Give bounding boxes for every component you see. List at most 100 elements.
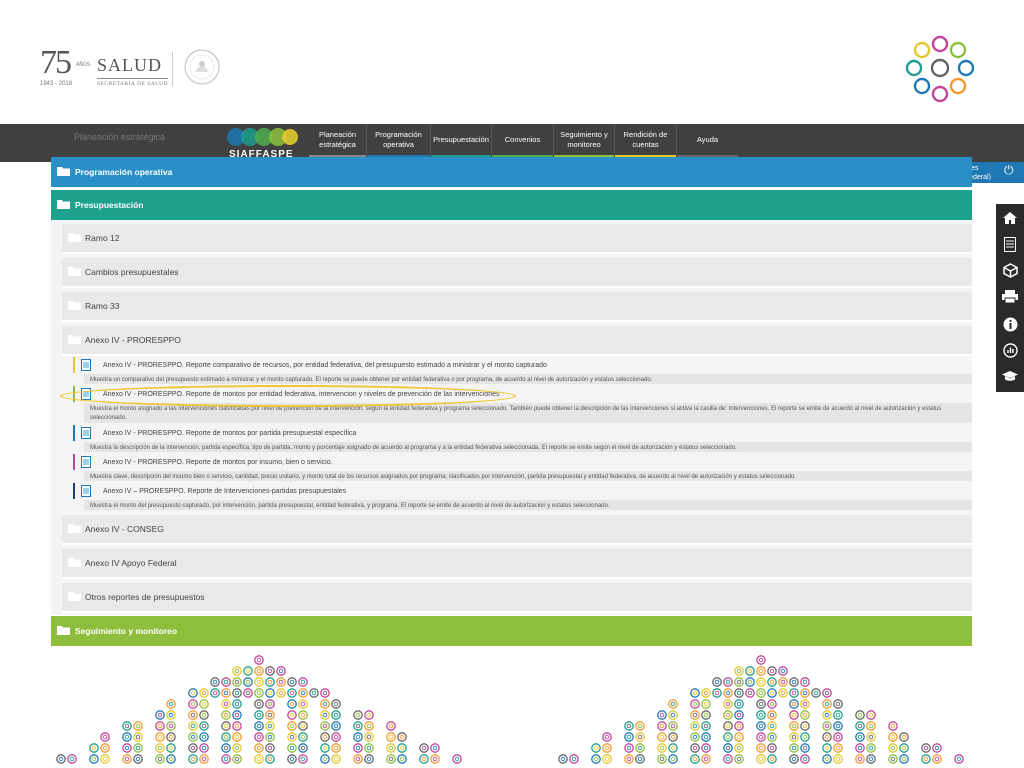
decorative-ring-inner <box>813 690 819 696</box>
decorative-ring <box>419 743 429 753</box>
report-stripe <box>73 425 75 441</box>
decorative-ring <box>386 721 396 731</box>
decorative-ring-inner <box>168 734 174 740</box>
report-item-insumo[interactable]: Anexo IV - PRORESPPO. Reporte de montos … <box>73 454 972 470</box>
decorative-ring-inner <box>725 712 731 718</box>
decorative-ring <box>298 732 308 742</box>
decorative-ring-inner <box>289 712 295 718</box>
decorative-ring-inner <box>421 756 427 762</box>
nav-presupuestacion[interactable]: Presupuestación <box>431 124 492 158</box>
nav-rendicion[interactable]: Rendición de cuentas <box>615 124 677 158</box>
decorative-ring <box>199 688 209 698</box>
decorative-ring <box>221 732 231 742</box>
decorative-ring <box>591 743 601 753</box>
decorative-ring <box>668 699 678 709</box>
decorative-ring-inner <box>824 734 830 740</box>
siaffaspe-logo[interactable]: SIAFFASPE <box>222 127 302 160</box>
decorative-ring <box>166 743 176 753</box>
decorative-ring <box>155 710 165 720</box>
decorative-ring <box>734 754 744 764</box>
subsection-cambios-presupuestales[interactable]: Cambios presupuestales <box>62 258 972 288</box>
report-title: Anexo IV - PRORESPPO. Reporte de montos … <box>103 429 357 437</box>
decorative-ring-inner <box>267 734 273 740</box>
nav-ayuda-label: Ayuda <box>696 134 719 144</box>
decorative-ring <box>188 710 198 720</box>
decorative-ring-inner <box>868 712 874 718</box>
decorative-ring-inner <box>890 756 896 762</box>
decorative-ring <box>657 710 667 720</box>
subsection-ramo-12[interactable]: Ramo 12 <box>62 224 972 254</box>
nav-ayuda[interactable]: Ayuda <box>677 124 738 158</box>
decorative-ring <box>122 732 132 742</box>
decorative-ring-inner <box>791 745 797 751</box>
decorative-ring <box>855 732 865 742</box>
decorative-ring-inner <box>824 712 830 718</box>
folder-icon <box>68 335 81 344</box>
decorative-ring <box>298 754 308 764</box>
graduation-cap-icon[interactable] <box>996 364 1024 388</box>
decorative-ring-inner <box>714 679 720 685</box>
decorative-ring <box>690 754 700 764</box>
report-item-intervenciones-partidas[interactable]: Anexo IV – PRORESPPO. Reporte de Interve… <box>73 483 972 499</box>
decorative-ring-inner <box>300 723 306 729</box>
info-icon[interactable] <box>996 312 1024 336</box>
subsection-ramo-33[interactable]: Ramo 33 <box>62 292 972 322</box>
list-icon[interactable] <box>996 232 1024 256</box>
decorative-ring-inner <box>289 723 295 729</box>
decorative-ring-inner <box>135 756 141 762</box>
decorative-ring-inner <box>223 756 229 762</box>
section-presupuestacion[interactable]: Presupuestación <box>51 190 972 220</box>
decorative-ring <box>866 754 876 764</box>
decorative-ring-inner <box>278 668 284 674</box>
decorative-ring-inner <box>692 734 698 740</box>
decorative-ring <box>723 688 733 698</box>
report-item-partida-especifica[interactable]: Anexo IV - PRORESPPO. Reporte de montos … <box>73 425 972 441</box>
decorative-ring <box>276 666 286 676</box>
ministry-name: SALUD <box>97 55 163 75</box>
decorative-ring <box>756 732 766 742</box>
decorative-ring-inner <box>934 745 940 751</box>
decorative-ring-inner <box>780 690 786 696</box>
decorative-ring <box>155 732 165 742</box>
decorative-ring <box>657 732 667 742</box>
decorative-ring-inner <box>190 701 196 707</box>
subsection-otros-reportes[interactable]: Otros reportes de presupuestos <box>62 583 972 613</box>
decorative-ring-inner <box>890 745 896 751</box>
decorative-ring-inner <box>769 723 775 729</box>
subsection-anexo-apoyo-federal[interactable]: Anexo IV Apoyo Federal <box>62 549 972 579</box>
report-item-comparativo[interactable]: Anexo IV - PRORESPPO. Reporte comparativ… <box>73 357 972 373</box>
decorative-ring <box>624 732 634 742</box>
decorative-ring <box>100 732 110 742</box>
document-icon <box>81 427 91 439</box>
brand-rings-logo <box>905 35 975 103</box>
anniversary-years: 1943 - 2018 <box>40 81 73 87</box>
decorative-ring-inner <box>245 679 251 685</box>
nav-seguimiento[interactable]: Seguimiento y monitoreo <box>554 124 615 158</box>
decorative-ring-inner <box>835 701 841 707</box>
nav-convenios[interactable]: Convenios <box>492 124 554 158</box>
decorative-ring-inner <box>791 734 797 740</box>
decorative-ring <box>353 710 363 720</box>
decorative-ring-inner <box>256 668 262 674</box>
decorative-ring-inner <box>956 756 962 762</box>
printer-icon[interactable] <box>996 284 1024 308</box>
subsection-anexo-prorespp[interactable]: Anexo IV - PRORESPPO <box>62 326 972 356</box>
decorative-ring <box>789 688 799 698</box>
decorative-ring <box>287 688 297 698</box>
home-icon[interactable] <box>996 206 1024 230</box>
decorative-ring <box>899 732 909 742</box>
chart-icon[interactable] <box>996 338 1024 362</box>
subsection-anexo-conseg[interactable]: Anexo IV - CONSEG <box>62 515 972 545</box>
decorative-ring <box>331 710 341 720</box>
decorative-ring-inner <box>725 690 731 696</box>
section-programacion-operativa[interactable]: Programación operativa <box>51 157 972 187</box>
cube-icon[interactable] <box>996 258 1024 282</box>
decorative-ring-inner <box>168 723 174 729</box>
power-icon[interactable]: ⏻ <box>1004 163 1018 177</box>
section-seguimiento-monitoreo[interactable]: Seguimiento y monitoreo <box>51 616 972 646</box>
decorative-ring <box>265 743 275 753</box>
nav-programacion[interactable]: Programación operativa <box>367 124 431 158</box>
decorative-ring <box>756 688 766 698</box>
decorative-ring <box>221 754 231 764</box>
nav-planeacion[interactable]: Planeación estratégica <box>309 124 367 158</box>
